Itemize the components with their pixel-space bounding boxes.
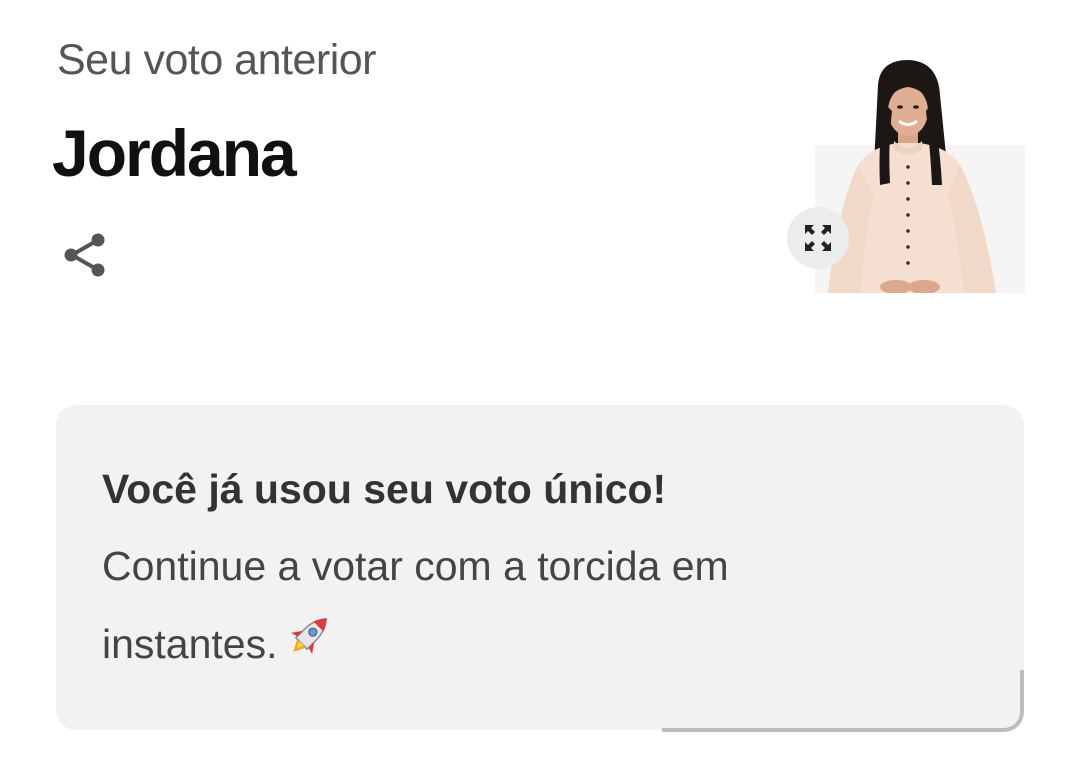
share-button[interactable] [58, 228, 112, 282]
vote-used-notice: Você já usou seu voto único! Continue a … [56, 405, 1024, 732]
expand-photo-button[interactable] [787, 207, 849, 269]
expand-icon [805, 225, 831, 251]
notice-message-block: Continue a votar com a torcida em instan… [102, 527, 862, 686]
vote-result-page: Seu voto anterior Jordana Você já usou s… [0, 0, 1080, 783]
candidate-name: Jordana [52, 116, 297, 190]
rocket-icon [284, 608, 336, 686]
previous-vote-label: Seu voto anterior [57, 36, 376, 84]
card-edge-decoration [662, 670, 1024, 732]
share-icon [64, 233, 105, 277]
notice-title: Você já usou seu voto único! [102, 466, 667, 512]
notice-message: Continue a votar com a torcida em instan… [102, 543, 729, 667]
